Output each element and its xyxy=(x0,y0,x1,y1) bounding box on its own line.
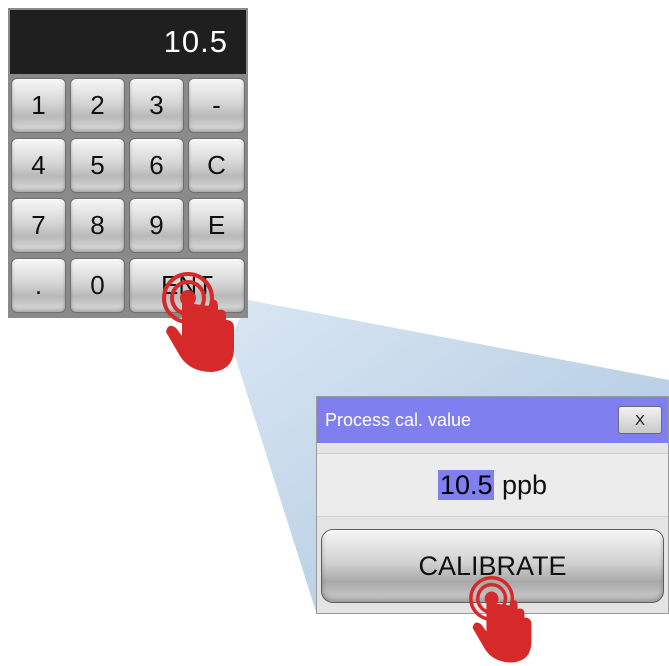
key-0[interactable]: 0 xyxy=(70,258,125,313)
tap-hand-icon xyxy=(162,272,234,372)
key-2[interactable]: 2 xyxy=(70,78,125,133)
keypad-display: 10.5 xyxy=(10,10,246,74)
close-button[interactable]: X xyxy=(618,406,662,434)
key-5[interactable]: 5 xyxy=(70,138,125,193)
key-7[interactable]: 7 xyxy=(11,198,66,253)
key-exp[interactable]: E xyxy=(188,198,245,253)
key-3[interactable]: 3 xyxy=(129,78,184,133)
cal-value-field[interactable]: 10.5 ppb xyxy=(317,453,668,517)
key-minus[interactable]: - xyxy=(188,78,245,133)
dialog-title: Process cal. value xyxy=(317,397,668,443)
key-dot[interactable]: . xyxy=(11,258,66,313)
cal-value: 10.5 xyxy=(437,470,495,500)
cal-unit: ppb xyxy=(502,470,548,500)
tap-hand-icon xyxy=(469,576,532,663)
key-9[interactable]: 9 xyxy=(129,198,184,253)
key-4[interactable]: 4 xyxy=(11,138,66,193)
key-clear[interactable]: C xyxy=(188,138,245,193)
key-6[interactable]: 6 xyxy=(129,138,184,193)
key-1[interactable]: 1 xyxy=(11,78,66,133)
key-8[interactable]: 8 xyxy=(70,198,125,253)
